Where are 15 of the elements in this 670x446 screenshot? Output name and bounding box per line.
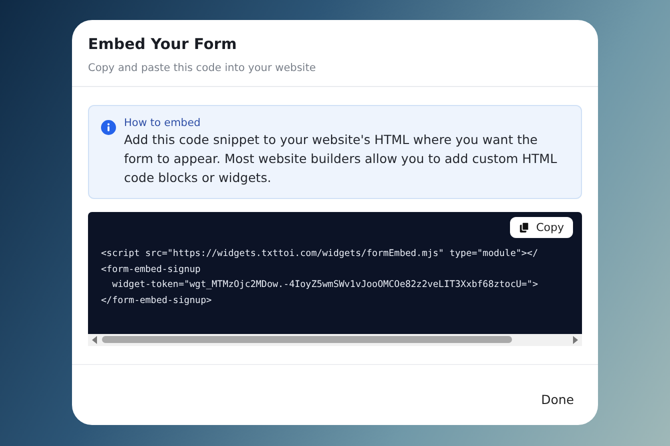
scroll-right-icon[interactable] — [572, 336, 578, 344]
copy-icon — [519, 222, 530, 233]
code-line: </form-embed-signup> — [101, 294, 213, 308]
done-button[interactable]: Done — [531, 386, 584, 412]
code-line: <script src="https://widgets.txttoi.com/widgets/formEmbed.mjs" type="module"></ — [101, 247, 539, 261]
code-line: widget-token="wgt_MTMzOjc2MDow.-4IoyZ5wmSWv1vJooOMCOe82z2veLIT3Xxbf68ztocU="> — [111, 278, 539, 292]
scroll-left-icon[interactable] — [92, 336, 98, 344]
horizontal-scrollbar[interactable] — [88, 334, 582, 346]
copy-button[interactable]: Copy — [510, 217, 573, 238]
info-text: Add this code snippet to your website's HTML where you want the form to appear. Most website builders allow you to add custom HTML code blocks or widgets. — [124, 131, 558, 187]
info-title: How to embed — [124, 117, 202, 129]
info-icon — [101, 120, 116, 135]
dialog-title: Embed Your Form — [88, 35, 238, 53]
dialog-subtitle: Copy and paste this code into your website — [88, 62, 317, 74]
code-line: <form-embed-signup — [101, 262, 202, 276]
